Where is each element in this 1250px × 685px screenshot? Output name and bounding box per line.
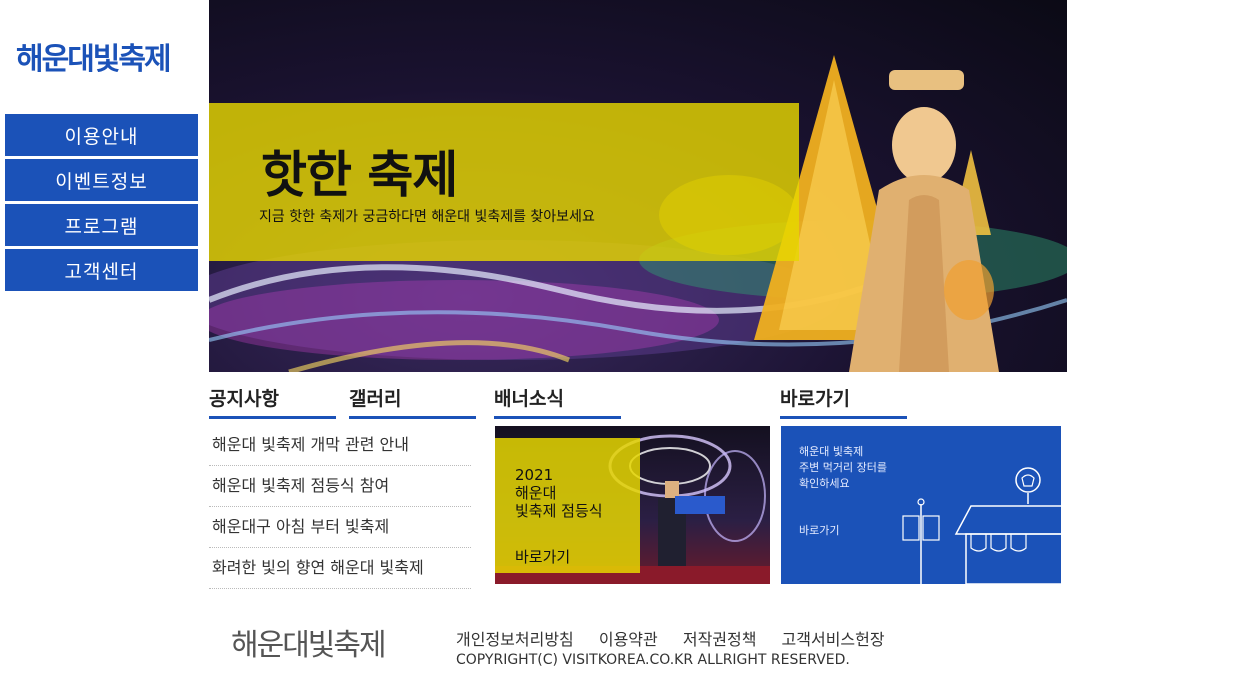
banner-title: 2021 해운대 빛축제 점등식 [515, 466, 603, 520]
hero-banner: 핫한 축제 지금 핫한 축제가 궁금하다면 해운대 빛축제를 찾아보세요 [209, 0, 1067, 372]
nav-item-support[interactable]: 고객센터 [5, 249, 198, 291]
footer-link-privacy[interactable]: 개인정보처리방침 [456, 630, 574, 649]
banner-shortcut-link[interactable]: 바로가기 [515, 546, 570, 567]
footer-links: 개인정보처리방침 이용약관 저작권정책 고객서비스헌장 [456, 626, 905, 650]
banner-news-card[interactable]: 2021 해운대 빛축제 점등식 바로가기 [495, 426, 770, 584]
shortcut-description: 해운대 빛축제 주변 먹거리 장터를 확인하세요 [799, 445, 887, 490]
tab-gallery[interactable]: 갤러리 [349, 384, 476, 419]
copyright-text: COPYRIGHT(C) VISITKOREA.CO.KR ALLRIGHT R… [456, 652, 850, 668]
nav-item-events[interactable]: 이벤트정보 [5, 159, 198, 201]
hero-title: 핫한 축제 [261, 146, 458, 204]
tab-shortcut[interactable]: 바로가기 [780, 384, 907, 419]
footer-link-copyright-policy[interactable]: 저작권정책 [683, 630, 757, 649]
hero-caption-box: 핫한 축제 지금 핫한 축제가 궁금하다면 해운대 빛축제를 찾아보세요 [209, 103, 799, 261]
footer-link-terms[interactable]: 이용약관 [599, 630, 658, 649]
tab-notice[interactable]: 공지사항 [209, 384, 336, 419]
shortcut-card[interactable]: 해운대 빛축제 주변 먹거리 장터를 확인하세요 바로가기 [781, 426, 1061, 584]
banner-caption-box: 2021 해운대 빛축제 점등식 바로가기 [495, 438, 640, 573]
nav-item-programs[interactable]: 프로그램 [5, 204, 198, 246]
shortcut-link[interactable]: 바로가기 [799, 522, 839, 538]
footer-logo: 해운대빛축제 [231, 628, 387, 663]
site-logo[interactable]: 해운대빛축제 [16, 34, 172, 78]
list-item[interactable]: 해운대 빛축제 점등식 참여 [209, 466, 471, 507]
list-item[interactable]: 해운대 빛축제 개막 관련 안내 [209, 425, 471, 466]
hero-subtitle: 지금 핫한 축제가 궁금하다면 해운대 빛축제를 찾아보세요 [259, 209, 595, 225]
tab-banner-news[interactable]: 배너소식 [494, 384, 621, 419]
footer-link-service-charter[interactable]: 고객서비스헌장 [782, 630, 885, 649]
list-item[interactable]: 해운대구 아침 부터 빛축제 [209, 507, 471, 548]
notice-list: 해운대 빛축제 개막 관련 안내 해운대 빛축제 점등식 참여 해운대구 아침 … [209, 425, 471, 589]
main-nav: 이용안내 이벤트정보 프로그램 고객센터 [5, 114, 198, 294]
nav-item-guide[interactable]: 이용안내 [5, 114, 198, 156]
list-item[interactable]: 화려한 빛의 향연 해운대 빛축제 [209, 548, 471, 589]
